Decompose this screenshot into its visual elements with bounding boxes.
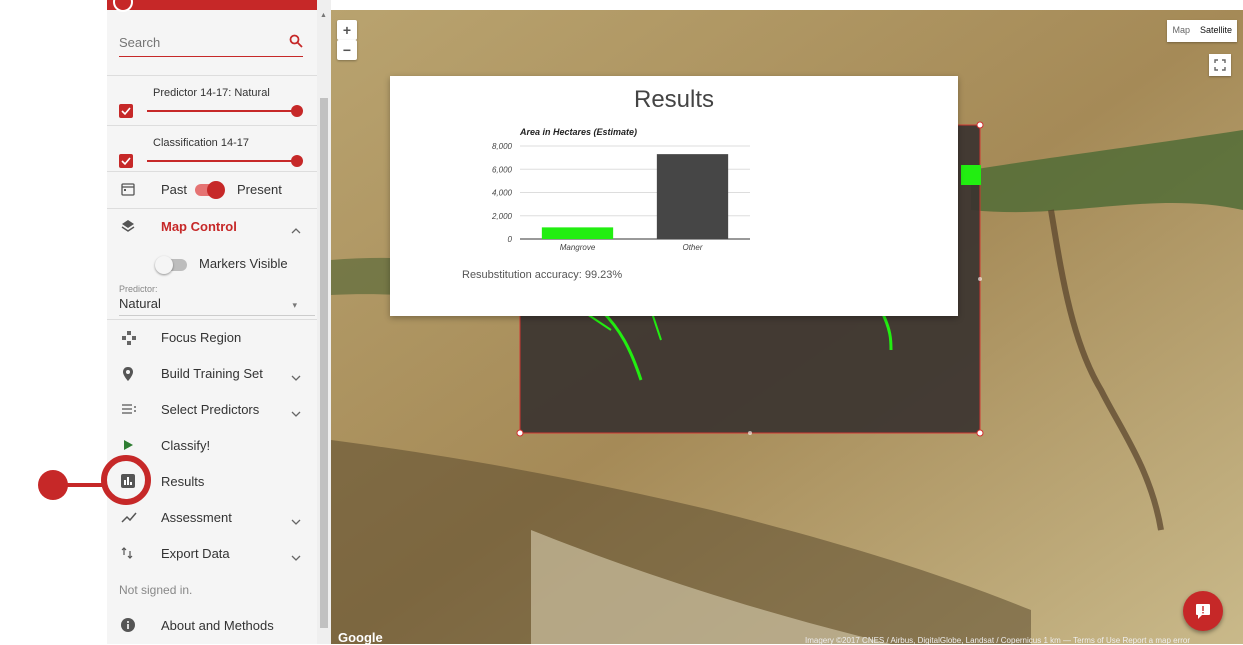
signin-status: Not signed in. <box>119 583 193 597</box>
calendar-icon <box>121 182 137 198</box>
sidebar-item-export-data[interactable]: Export Data <box>107 536 317 572</box>
sidebar-item-label: Classify! <box>161 438 211 453</box>
feedback-button[interactable] <box>1183 591 1223 631</box>
past-label: Past <box>161 182 188 197</box>
sidebar-item-assessment[interactable]: Assessment <box>107 500 317 536</box>
sort-arrows-icon <box>121 546 137 562</box>
search-icon[interactable] <box>289 34 303 53</box>
app-logo <box>113 0 133 12</box>
sidebar-item-label: Build Training Set <box>161 366 263 381</box>
sidebar-item-label: About and Methods <box>161 618 274 633</box>
layers-icon <box>121 219 137 235</box>
map-type-satellite-button[interactable]: Satellite <box>1195 20 1237 42</box>
results-panel: Results Area in Hectares (Estimate) 0 2,0… <box>390 76 958 316</box>
markers-toggle[interactable] <box>155 256 187 274</box>
search-input[interactable] <box>119 30 269 54</box>
info-icon <box>121 618 137 634</box>
present-label: Present <box>237 182 282 197</box>
layer-predictor: Predictor 14-17: Natural <box>107 75 317 121</box>
sidebar-item-label: Results <box>161 474 205 489</box>
chevron-down-icon[interactable] <box>291 548 301 566</box>
sidebar-item-about[interactable]: About and Methods <box>107 608 317 644</box>
sidebar-item-label: Assessment <box>161 510 232 525</box>
layer-classification: Classification 14-17 <box>107 125 317 171</box>
x-tick-label: Other <box>682 243 702 252</box>
fullscreen-button[interactable] <box>1209 54 1231 76</box>
map-type-map-button[interactable]: Map <box>1167 20 1195 42</box>
sidebar-item-select-predictors[interactable]: Select Predictors <box>107 392 317 428</box>
predictor-value: Natural <box>119 296 161 311</box>
fullscreen-icon <box>1214 59 1226 71</box>
opacity-slider[interactable] <box>147 155 303 167</box>
chevron-down-icon[interactable] <box>291 404 301 422</box>
area-bar-chart: Area in Hectares (Estimate) 0 2,000 4,000 6… <box>491 127 750 252</box>
y-tick-label: 0 <box>508 235 513 244</box>
slider-handle[interactable] <box>291 155 303 167</box>
slider-handle[interactable] <box>291 105 303 117</box>
chevron-up-icon[interactable] <box>291 221 301 239</box>
sidebar-item-label: Export Data <box>161 546 230 561</box>
search-box <box>119 30 303 57</box>
time-toggle[interactable] <box>195 181 225 199</box>
annotation-pointer-dot <box>38 470 68 500</box>
map-type-control: Map Satellite <box>1167 20 1237 42</box>
google-logo: Google <box>338 630 383 645</box>
predictor-label: Predictor: <box>119 284 158 294</box>
zoom-out-button[interactable]: − <box>337 40 357 60</box>
y-tick-label: 4,000 <box>492 189 513 198</box>
trend-icon <box>121 510 137 526</box>
layer-checkbox[interactable] <box>119 154 133 168</box>
zoom-in-button[interactable]: + <box>337 20 357 40</box>
sidebar-scrollbar[interactable]: ▲ <box>317 0 331 644</box>
chevron-down-icon[interactable] <box>291 512 301 530</box>
map-control-label: Map Control <box>161 219 237 234</box>
resubstitution-accuracy: Resubstitution accuracy: 99.23% <box>462 269 623 281</box>
layer-name: Predictor 14-17: Natural <box>153 87 270 99</box>
y-tick-label: 6,000 <box>492 165 513 174</box>
chart-title: Area in Hectares (Estimate) <box>519 127 637 137</box>
dropdown-arrow-icon: ▾ <box>292 300 297 310</box>
opacity-slider[interactable] <box>147 105 303 117</box>
location-pin-icon <box>121 366 137 382</box>
scrollbar-thumb[interactable] <box>320 98 328 628</box>
scroll-up-arrow-icon[interactable]: ▲ <box>320 12 327 19</box>
chevron-down-icon[interactable] <box>291 368 301 386</box>
markers-visible-label: Markers Visible <box>199 256 288 271</box>
bar-mangrove[interactable] <box>541 227 614 239</box>
x-tick-label: Mangrove <box>560 243 596 252</box>
y-tick-label: 2,000 <box>491 212 513 221</box>
map-control-header[interactable]: Map Control <box>107 209 317 245</box>
bar-other[interactable] <box>656 154 729 239</box>
feedback-icon <box>1196 604 1210 619</box>
results-title: Results <box>633 86 715 113</box>
annotation-highlight-ring <box>101 455 151 505</box>
y-tick-label: 8,000 <box>492 142 513 151</box>
sidebar-item-label: Select Predictors <box>161 402 260 417</box>
layer-name: Classification 14-17 <box>153 137 249 149</box>
sidebar-item-focus-region[interactable]: Focus Region <box>107 320 317 356</box>
app-header-bar <box>107 0 317 12</box>
sidebar: Predictor 14-17: Natural Classification … <box>107 0 317 644</box>
layer-checkbox[interactable] <box>119 104 133 118</box>
time-toggle-row: Past Present <box>107 172 317 208</box>
play-icon <box>121 438 137 454</box>
predictor-select[interactable]: Predictor: Natural ▾ <box>119 284 315 316</box>
focus-region-icon <box>121 330 137 346</box>
sidebar-item-build-training-set[interactable]: Build Training Set <box>107 356 317 392</box>
markers-toggle-row: Markers Visible <box>107 246 317 282</box>
list-icon <box>121 402 137 418</box>
sidebar-item-label: Focus Region <box>161 330 242 345</box>
